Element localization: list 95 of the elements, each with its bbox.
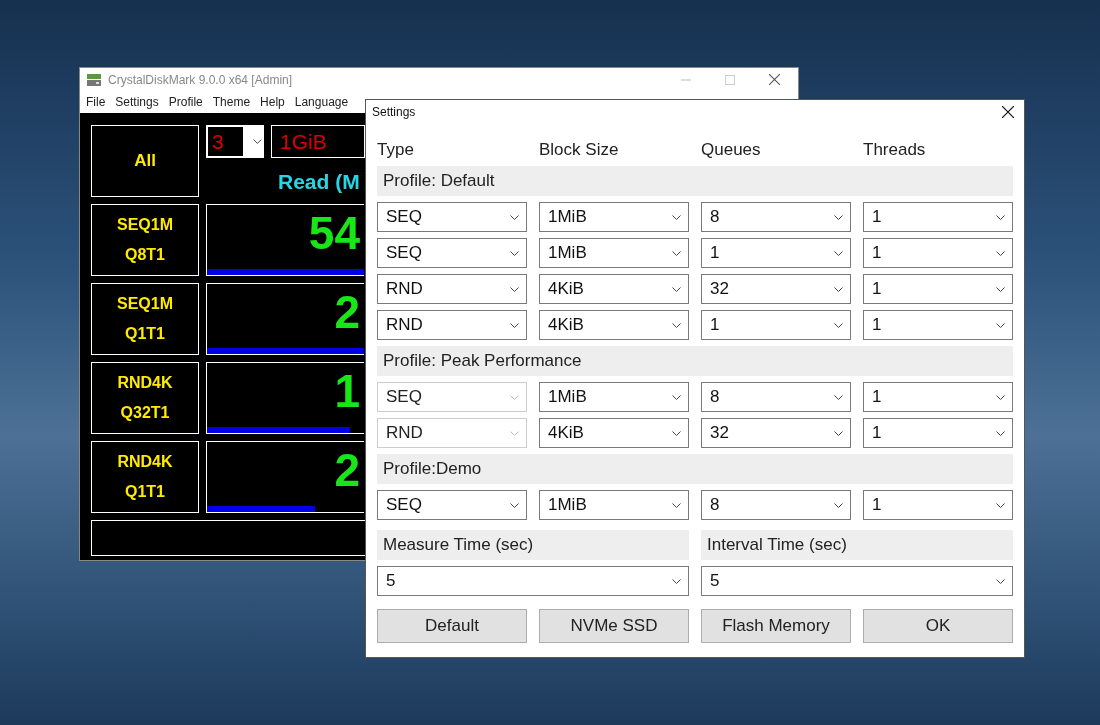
chevron-icon — [996, 394, 1005, 400]
dropdown[interactable]: 8 — [701, 202, 851, 232]
chevron-icon — [253, 139, 262, 144]
result-value: 1 — [334, 364, 361, 419]
dropdown[interactable]: 1MiB — [539, 382, 689, 412]
window-title: CrystalDiskMark 9.0.0 x64 [Admin] — [108, 72, 293, 87]
dropdown[interactable]: SEQ — [377, 202, 527, 232]
close-icon[interactable] — [769, 74, 780, 85]
chevron-icon — [996, 214, 1005, 220]
chevron-icon — [834, 430, 843, 436]
chevron-icon — [510, 502, 519, 508]
dropdown[interactable]: 1 — [701, 238, 851, 268]
dropdown[interactable]: 1 — [863, 274, 1013, 304]
dialog-button[interactable]: Flash Memory — [701, 609, 851, 643]
dialog-button[interactable]: Default — [377, 609, 527, 643]
dialog-button[interactable]: NVMe SSD — [539, 609, 689, 643]
dropdown[interactable]: RND — [377, 274, 527, 304]
chevron-icon — [510, 214, 519, 220]
menu-item[interactable]: Language — [294, 95, 349, 109]
chevron-icon — [672, 286, 681, 292]
result-value: 2 — [334, 443, 361, 498]
chevron-icon — [672, 214, 681, 220]
result-value: 2 — [334, 285, 361, 340]
chevron-icon — [510, 394, 519, 400]
menu-item[interactable]: Profile — [168, 95, 203, 109]
column-header: Read (M — [277, 170, 361, 194]
dropdown[interactable]: 4KiB — [539, 418, 689, 448]
chevron-icon — [996, 502, 1005, 508]
dropdown[interactable]: 1MiB — [539, 238, 689, 268]
dropdown[interactable]: 1 — [863, 418, 1013, 448]
size-select[interactable]: 1GiB — [271, 125, 365, 158]
dropdown[interactable]: 1 — [863, 202, 1013, 232]
dropdown[interactable]: 32 — [701, 274, 851, 304]
chevron-icon — [996, 430, 1005, 436]
chevron-icon — [834, 286, 843, 292]
all-button[interactable]: All — [91, 125, 199, 197]
setting-label: Interval Time (sec) — [701, 530, 1013, 560]
chevron-icon — [834, 394, 843, 400]
chevron-icon — [996, 250, 1005, 256]
test-button[interactable]: SEQ1M Q1T1 — [91, 283, 199, 355]
chevron-icon — [834, 250, 843, 256]
test-button[interactable]: RND4K Q1T1 — [91, 441, 199, 513]
chevron-icon — [672, 502, 681, 508]
profile-header: Profile: Peak Performance — [377, 346, 1013, 376]
drive-icon — [86, 72, 102, 87]
dropdown[interactable]: RND — [377, 310, 527, 340]
chevron-icon — [672, 430, 681, 436]
chevron-icon — [510, 430, 519, 436]
chevron-icon — [510, 286, 519, 292]
count-select[interactable]: 3 — [206, 125, 264, 158]
chevron-icon — [672, 250, 681, 256]
dropdown[interactable]: SEQ — [377, 490, 527, 520]
close-icon[interactable] — [1002, 106, 1014, 118]
profile-header: Profile: Default — [377, 166, 1013, 196]
profile-header: Profile:Demo — [377, 454, 1013, 484]
column-header: Threads — [863, 140, 927, 160]
chevron-icon — [834, 214, 843, 220]
dropdown[interactable]: 1 — [863, 382, 1013, 412]
chevron-icon — [672, 578, 681, 584]
chevron-icon — [996, 578, 1005, 584]
menu-item[interactable]: Theme — [212, 95, 251, 109]
dropdown[interactable]: 1MiB — [539, 202, 689, 232]
chevron-icon — [996, 322, 1005, 328]
menu-item[interactable]: Settings — [115, 95, 159, 109]
menu-item[interactable]: Help — [260, 95, 285, 109]
chevron-icon — [672, 322, 681, 328]
dropdown[interactable]: 1 — [863, 238, 1013, 268]
column-header: Block Size — [539, 140, 620, 160]
dialog-title: Settings — [372, 105, 416, 119]
chevron-icon — [510, 322, 519, 328]
chevron-icon — [834, 322, 843, 328]
dropdown[interactable]: 1 — [863, 310, 1013, 340]
dropdown[interactable]: 5 — [377, 566, 689, 596]
chevron-icon — [996, 286, 1005, 292]
column-header: Queues — [701, 140, 762, 160]
chevron-icon — [834, 502, 843, 508]
chevron-icon — [672, 394, 681, 400]
menu-item[interactable]: File — [86, 95, 106, 109]
dropdown[interactable]: 4KiB — [539, 310, 689, 340]
dropdown[interactable]: 1 — [863, 490, 1013, 520]
column-header: Type — [377, 140, 415, 160]
dropdown[interactable]: 5 — [701, 566, 1013, 596]
chevron-icon — [510, 250, 519, 256]
dropdown[interactable]: 1MiB — [539, 490, 689, 520]
dialog-button[interactable]: OK — [863, 609, 1013, 643]
test-button[interactable]: SEQ1M Q8T1 — [91, 204, 199, 276]
dropdown[interactable]: 8 — [701, 490, 851, 520]
dropdown[interactable]: 8 — [701, 382, 851, 412]
dropdown[interactable]: 32 — [701, 418, 851, 448]
setting-label: Measure Time (sec) — [377, 530, 689, 560]
test-button[interactable]: RND4K Q32T1 — [91, 362, 199, 434]
dropdown[interactable]: 4KiB — [539, 274, 689, 304]
dropdown[interactable]: SEQ — [377, 238, 527, 268]
dropdown[interactable]: 1 — [701, 310, 851, 340]
result-value: 54 — [308, 206, 361, 261]
